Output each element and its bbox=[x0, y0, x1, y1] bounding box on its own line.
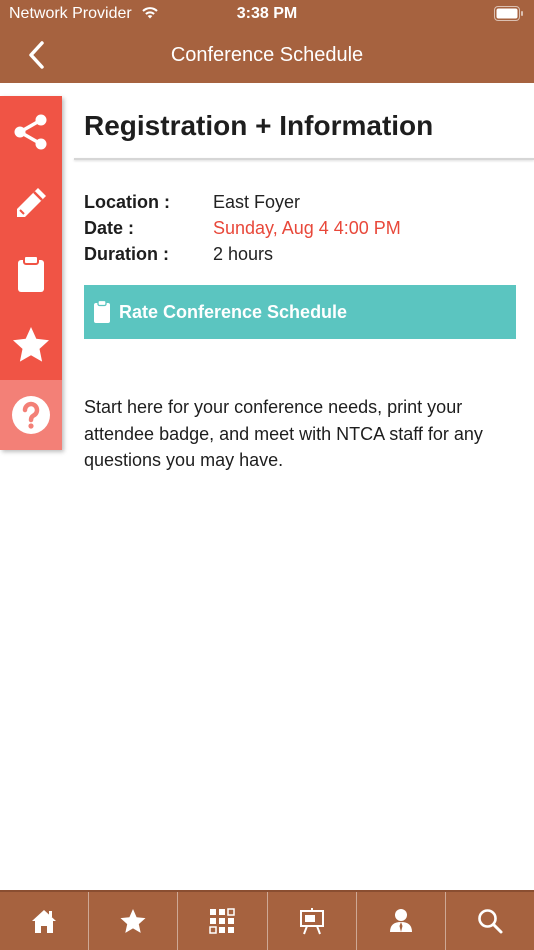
notes-button[interactable] bbox=[0, 167, 62, 238]
search-icon bbox=[478, 909, 503, 934]
clipboard-icon bbox=[18, 254, 44, 292]
bottom-tab-bar bbox=[0, 890, 534, 950]
status-bar: Network Provider 3:38 PM bbox=[0, 0, 534, 28]
date-label: Date : bbox=[84, 218, 135, 238]
session-description: Start here for your conference needs, pr… bbox=[84, 397, 483, 470]
clipboard-icon bbox=[94, 300, 110, 323]
tab-search[interactable] bbox=[444, 892, 534, 950]
session-title: Registration + Information bbox=[84, 110, 434, 141]
tab-presentations[interactable] bbox=[266, 892, 356, 950]
location-value: East Foyer bbox=[213, 192, 301, 212]
tab-attendees[interactable] bbox=[355, 892, 445, 950]
date-value[interactable]: Sunday, Aug 4 4:00 PM bbox=[213, 218, 401, 239]
person-icon bbox=[389, 909, 412, 932]
app-header: Network Provider 3:38 PM Conference Sche… bbox=[0, 0, 534, 83]
tab-qr-code[interactable] bbox=[177, 892, 266, 950]
favorite-button[interactable] bbox=[0, 309, 62, 380]
title-divider bbox=[74, 158, 534, 160]
share-icon bbox=[14, 114, 47, 149]
location-label: Location : bbox=[84, 192, 170, 212]
survey-button[interactable] bbox=[0, 238, 62, 309]
star-icon bbox=[120, 909, 146, 933]
duration-value: 2 hours bbox=[213, 244, 274, 264]
tab-home[interactable] bbox=[0, 892, 88, 950]
tab-favorites[interactable] bbox=[88, 892, 177, 950]
qr-code-icon bbox=[209, 908, 236, 934]
status-time: 3:38 PM bbox=[236, 5, 298, 22]
home-icon bbox=[32, 910, 57, 933]
battery-icon bbox=[494, 6, 523, 21]
rate-session-button[interactable]: Rate Conference Schedule bbox=[84, 285, 516, 339]
question-icon bbox=[12, 396, 50, 434]
page-title: Conference Schedule bbox=[170, 44, 364, 66]
help-button[interactable] bbox=[0, 380, 62, 450]
rate-button-label: Rate Conference Schedule bbox=[119, 301, 348, 322]
side-action-rail bbox=[0, 96, 62, 450]
easel-icon bbox=[299, 908, 324, 935]
star-icon bbox=[13, 326, 49, 362]
duration-label: Duration : bbox=[84, 244, 169, 264]
share-button[interactable] bbox=[0, 96, 62, 167]
pencil-icon bbox=[17, 187, 46, 217]
